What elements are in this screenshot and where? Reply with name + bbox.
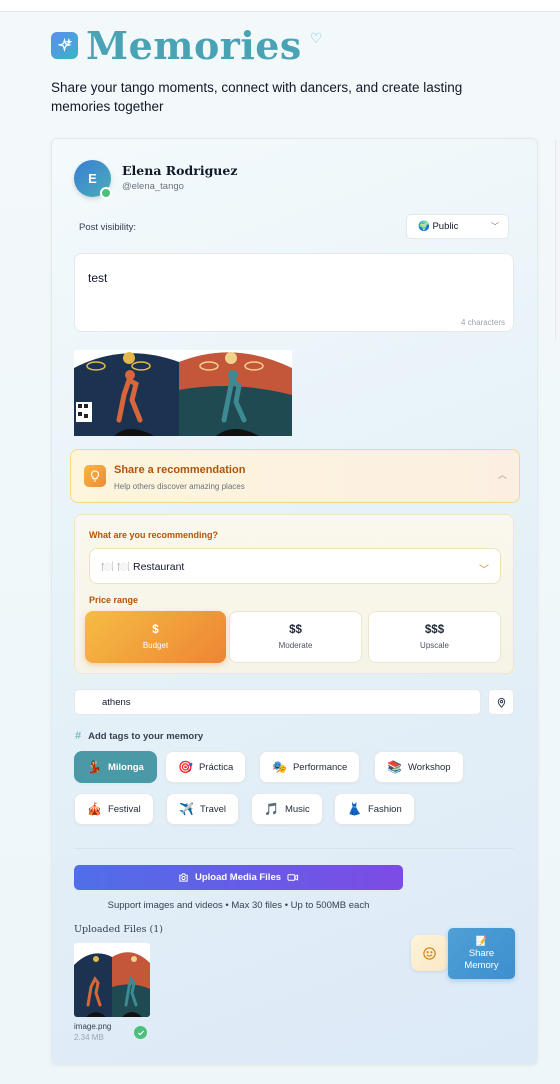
tag-label: Performance bbox=[292, 761, 348, 773]
tag-label: Festival bbox=[107, 803, 141, 815]
camera-icon bbox=[179, 873, 188, 882]
dress-icon: 👗 bbox=[347, 802, 362, 816]
books-icon: 📚 bbox=[387, 760, 402, 774]
tag-workshop[interactable]: 📚 Workshop bbox=[374, 751, 464, 783]
price-symbol: $ bbox=[152, 624, 159, 636]
visibility-label: Post visibility: bbox=[79, 222, 137, 233]
user-handle: @elena_tango bbox=[122, 181, 184, 192]
user-name: Elena Rodriguez bbox=[122, 163, 238, 178]
post-textarea[interactable]: test 4 characters bbox=[74, 253, 514, 332]
upload-media-button[interactable]: Upload Media Files bbox=[74, 865, 403, 890]
visibility-selected: 🌍 Public bbox=[418, 221, 459, 232]
emoji-picker-button[interactable] bbox=[411, 935, 448, 971]
circus-tent-icon: 🎪 bbox=[87, 802, 102, 816]
tag-label: Fashion bbox=[367, 803, 402, 815]
price-label: Budget bbox=[142, 641, 169, 650]
price-symbol: $$ bbox=[289, 624, 302, 636]
tags-label-text: Add tags to your memory bbox=[88, 730, 204, 742]
tag-fashion[interactable]: 👗 Fashion bbox=[334, 793, 415, 825]
heart-icon: ♡ bbox=[309, 29, 323, 46]
location-input[interactable]: athens bbox=[74, 689, 481, 715]
char-count: 4 characters bbox=[460, 318, 505, 327]
uploaded-file-size: 2.34 MB bbox=[74, 1033, 104, 1042]
sparkle-icon bbox=[51, 31, 78, 59]
tag-travel[interactable]: ✈️ Travel bbox=[166, 793, 239, 825]
location-value: athens bbox=[102, 696, 131, 708]
share-label-line2: Memory bbox=[464, 959, 499, 971]
uploaded-file-name: image.png bbox=[74, 1022, 112, 1031]
post-text: test bbox=[88, 271, 108, 285]
page-header: Memories ♡ Share your tango moments, con… bbox=[51, 23, 531, 116]
recommendation-type-select[interactable]: 🍽️ 🍽️ Restaurant ﹀ bbox=[89, 548, 501, 584]
airplane-icon: ✈️ bbox=[179, 802, 194, 816]
check-icon bbox=[134, 1026, 147, 1039]
tag-label: Music bbox=[284, 803, 310, 815]
recommendation-panel: What are you recommending? 🍽️ 🍽️ Restaur… bbox=[74, 514, 514, 674]
recommendation-toggle[interactable]: Share a recommendation Help others disco… bbox=[70, 449, 520, 503]
music-note-icon: 🎵 bbox=[264, 802, 279, 816]
tag-label: Workshop bbox=[407, 761, 451, 773]
tango-artwork-thumbnail bbox=[74, 943, 150, 1017]
upload-note: Support images and videos • Max 30 files… bbox=[107, 900, 370, 911]
hash-icon: # bbox=[75, 730, 82, 742]
visibility-select[interactable]: 🌍 Public ﹀ bbox=[406, 214, 509, 239]
title-row: Memories ♡ bbox=[51, 23, 531, 68]
recommendation-type-selected: 🍽️ 🍽️ Restaurant bbox=[101, 560, 185, 573]
price-moderate-button[interactable]: $$ Moderate bbox=[229, 611, 362, 663]
tag-festival[interactable]: 🎪 Festival bbox=[74, 793, 154, 825]
tag-music[interactable]: 🎵 Music bbox=[251, 793, 323, 825]
page-title: Memories bbox=[86, 22, 302, 68]
recommendation-title: Share a recommendation bbox=[114, 464, 246, 476]
tag-label: Travel bbox=[199, 803, 226, 815]
price-symbol: $$$ bbox=[424, 624, 445, 636]
chevron-down-icon: ﹀ bbox=[491, 222, 499, 231]
map-pin-button[interactable] bbox=[488, 689, 514, 715]
lightbulb-icon bbox=[84, 465, 106, 487]
memo-icon: 📝 bbox=[475, 935, 488, 947]
recommendation-subtitle: Help others discover amazing places bbox=[114, 482, 245, 491]
price-label: Upscale bbox=[420, 641, 449, 650]
tag-practica[interactable]: 🎯 Práctica bbox=[165, 751, 247, 783]
map-pin-icon bbox=[497, 697, 505, 708]
uploaded-file-thumbnail[interactable] bbox=[74, 943, 150, 1017]
image-preview[interactable] bbox=[74, 350, 292, 436]
page-subtitle: Share your tango moments, connect with d… bbox=[51, 80, 463, 114]
dancer-icon: 💃 bbox=[87, 760, 102, 774]
price-budget-button[interactable]: $ Budget bbox=[85, 611, 226, 663]
share-label-line1: Share bbox=[468, 947, 495, 959]
target-icon: 🎯 bbox=[178, 760, 193, 774]
upload-button-label: Upload Media Files bbox=[194, 872, 282, 883]
smiley-icon bbox=[423, 946, 436, 960]
tag-performance[interactable]: 🎭 Performance bbox=[259, 751, 361, 783]
uploaded-files-label: Uploaded Files (1) bbox=[74, 924, 163, 935]
theater-masks-icon: 🎭 bbox=[272, 760, 287, 774]
share-memory-button[interactable]: 📝 Share Memory bbox=[448, 928, 515, 979]
tags-label: # Add tags to your memory bbox=[75, 730, 203, 742]
top-bar bbox=[0, 0, 560, 12]
tag-label: Milonga bbox=[107, 761, 144, 773]
price-upscale-button[interactable]: $$$ Upscale bbox=[368, 611, 501, 663]
online-status-dot bbox=[100, 187, 112, 199]
price-range-label: Price range bbox=[89, 595, 139, 605]
chevron-up-icon: ︿ bbox=[497, 470, 507, 480]
chevron-down-icon: ﹀ bbox=[479, 565, 489, 576]
tag-label: Práctica bbox=[198, 761, 234, 773]
tango-artwork-image bbox=[74, 350, 292, 436]
section-divider bbox=[74, 848, 514, 849]
recommendation-type-label: What are you recommending? bbox=[89, 530, 219, 540]
tag-milonga[interactable]: 💃 Milonga bbox=[74, 751, 157, 783]
price-label: Moderate bbox=[278, 641, 313, 650]
video-icon bbox=[287, 874, 299, 881]
adjacent-panel-edge bbox=[555, 140, 560, 340]
